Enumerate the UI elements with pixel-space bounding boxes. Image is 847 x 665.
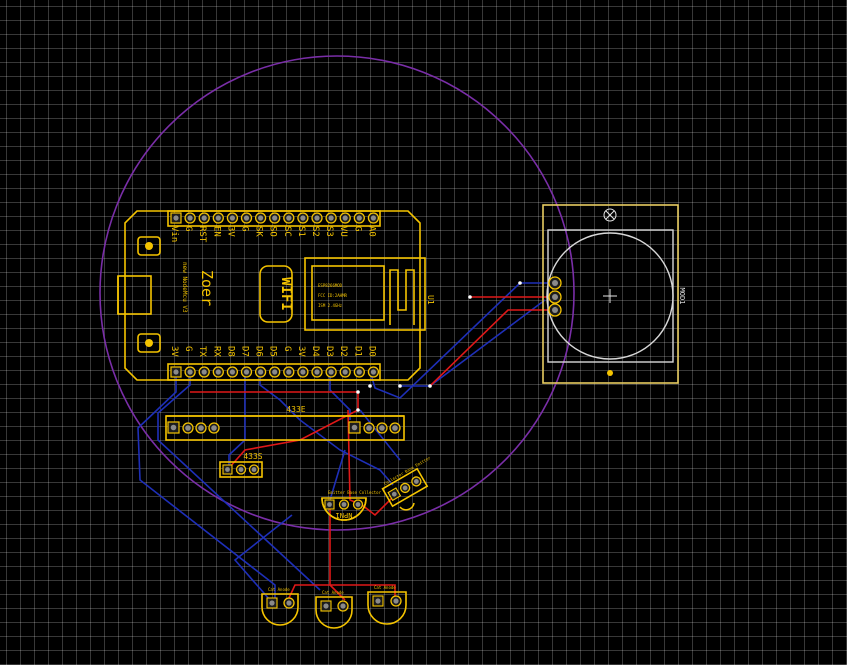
top-traces: [190, 296, 548, 601]
nodemcu-bottom-pin-label: D1: [352, 346, 362, 357]
nodemcu-top-pin-label: G: [352, 226, 362, 231]
nodemcu-bottom-pin-label: D8: [225, 346, 235, 357]
transmitter-433s[interactable]: 433S: [219, 452, 263, 478]
nodemcu-bottom-pad: [325, 366, 337, 378]
nodemcu-top-pad: [254, 212, 267, 224]
nodemcu-top-pin-label: RST: [197, 226, 207, 243]
nodemcu-bottom-pad: [283, 366, 295, 378]
rotated-part-arc: [399, 502, 415, 511]
nodemcu-top-pin-label: Vin: [169, 226, 179, 242]
pcb-drawing: ESP8266MOD FCC ID:2AHMR ISM 2.4GHz WIFI …: [99, 55, 686, 629]
nodemcu-bottom-pin-label: D7: [240, 346, 250, 357]
nodemcu-top-pin-label: A0: [366, 226, 376, 237]
svg-text:Cat Anode: Cat Anode: [268, 587, 290, 592]
nodemcu-bottom-pad: [212, 366, 224, 378]
nodemcu-top-pin-label: G: [183, 226, 193, 231]
svg-text:FCC ID:2AHMR: FCC ID:2AHMR: [318, 293, 347, 298]
wifi-logo: WIFI: [278, 277, 294, 311]
nodemcu-top-pad: [283, 212, 295, 224]
nodemcu-module[interactable]: ESP8266MOD FCC ID:2AHMR ISM 2.4GHz WIFI …: [117, 210, 435, 381]
nodemcu-top-pad: [226, 212, 239, 224]
antenna-trace: [389, 269, 415, 325]
nodemcu-bottom-pin-label: RX: [211, 346, 221, 357]
nodemcu-top-pin-label: S2: [310, 226, 320, 237]
rotated-3pin-part[interactable]: Collector Base Emitter: [380, 455, 443, 508]
brand-text: Zoer: [198, 270, 216, 306]
svg-text:Emitter Base Collector: Emitter Base Collector: [328, 490, 382, 495]
nodemcu-top-pin-label: S1: [296, 226, 306, 237]
nodemcu-bottom-pin-label: D6: [254, 346, 264, 357]
u1-label: U1: [426, 295, 435, 305]
receiver-433e[interactable]: 433E: [165, 405, 405, 441]
nodemcu-top-pin-label: SO: [268, 226, 278, 237]
nodemcu-top-pad: [367, 212, 380, 224]
nodemcu-bottom-pad: [353, 366, 365, 378]
nodemcu-top-pad: [353, 212, 365, 224]
nodemcu-bottom-pin-label: D5: [268, 346, 278, 357]
mod1-pads: [548, 276, 562, 317]
433e-pads: [167, 421, 401, 434]
nodemcu-top-pad: [297, 212, 309, 224]
nodemcu-top-pin-label: SC: [282, 226, 292, 237]
nodemcu-top-pad: [198, 212, 210, 224]
npn-label: NPN1: [336, 511, 353, 519]
pcb-canvas[interactable]: ESP8266MOD FCC ID:2AHMR ISM 2.4GHz WIFI …: [0, 0, 847, 665]
nodemcu-bottom-pad: [311, 366, 323, 378]
nodemcu-top-pin-label: G: [240, 226, 250, 231]
nodemcu-bottom-pad: [170, 366, 182, 378]
bottom-2pin-right[interactable]: Cat Anode: [367, 585, 407, 625]
nodemcu-top-pad: [212, 212, 224, 224]
mod1-dot: [607, 370, 613, 376]
nodemcu-top-pad: [269, 212, 281, 224]
nodemcu-bottom-pad: [254, 366, 267, 378]
nodemcu-bottom-pad: [269, 366, 281, 378]
svg-text:Cat Anode: Cat Anode: [374, 585, 396, 590]
nodemcu-bottom-pin-label: 3V: [296, 346, 306, 357]
model-text: new NodeMcu V3: [181, 262, 188, 313]
433s-label: 433S: [243, 452, 262, 461]
bottom-2pin-left[interactable]: Cat Anode: [261, 587, 299, 626]
nodemcu-bottom-pin-label: G: [282, 346, 292, 351]
nodemcu-top-pin-label: 3V: [225, 226, 235, 237]
vias: [356, 281, 522, 412]
nodemcu-bottom-pad: [367, 366, 380, 378]
nodemcu-bottom-pad: [240, 366, 253, 378]
nodemcu-top-pad: [170, 212, 182, 224]
nodemcu-bottom-pad: [226, 366, 239, 378]
nodemcu-bottom-pin-label: D4: [310, 346, 320, 357]
nodemcu-bottom-pin-label: D0: [366, 346, 376, 357]
usb-connector: [117, 275, 152, 315]
nodemcu-top-pin-label: SK: [254, 226, 264, 237]
nodemcu-bottom-pad: [339, 366, 351, 378]
nodemcu-bottom-pin-label: 3V: [169, 346, 179, 357]
nodemcu-bottom-pin-label: D3: [324, 346, 334, 357]
npn-transistor[interactable]: Emitter Base Collector NPN1: [321, 490, 382, 521]
bottom-2pin-middle[interactable]: Cat Anode: [315, 590, 353, 629]
svg-text:ISM 2.4GHz: ISM 2.4GHz: [318, 303, 343, 308]
nodemcu-bottom-pin-label: TX: [197, 346, 207, 357]
nodemcu-top-pad: [311, 212, 323, 224]
svg-text:Cat Anode: Cat Anode: [322, 590, 344, 595]
mod1-label: MOD1: [678, 288, 686, 305]
mod1-module[interactable]: MOD1: [542, 204, 686, 384]
nodemcu-top-pad: [240, 212, 253, 224]
nodemcu-bottom-pad: [184, 366, 196, 378]
nodemcu-bottom-pin-label: G: [183, 346, 193, 351]
nodemcu-top-pin-label: S3: [324, 226, 334, 237]
nodemcu-bottom-pad: [198, 366, 210, 378]
nodemcu-top-pin-label: EN: [211, 226, 221, 237]
svg-text:ESP8266MOD: ESP8266MOD: [318, 283, 343, 288]
nodemcu-top-pad: [325, 212, 337, 224]
nodemcu-top-pin-label: VU: [338, 226, 348, 237]
nodemcu-top-pad: [184, 212, 196, 224]
433e-label: 433E: [286, 405, 305, 414]
nodemcu-top-pad: [339, 212, 351, 224]
nodemcu-bottom-pin-label: D2: [338, 346, 348, 357]
nodemcu-bottom-pad: [297, 366, 309, 378]
